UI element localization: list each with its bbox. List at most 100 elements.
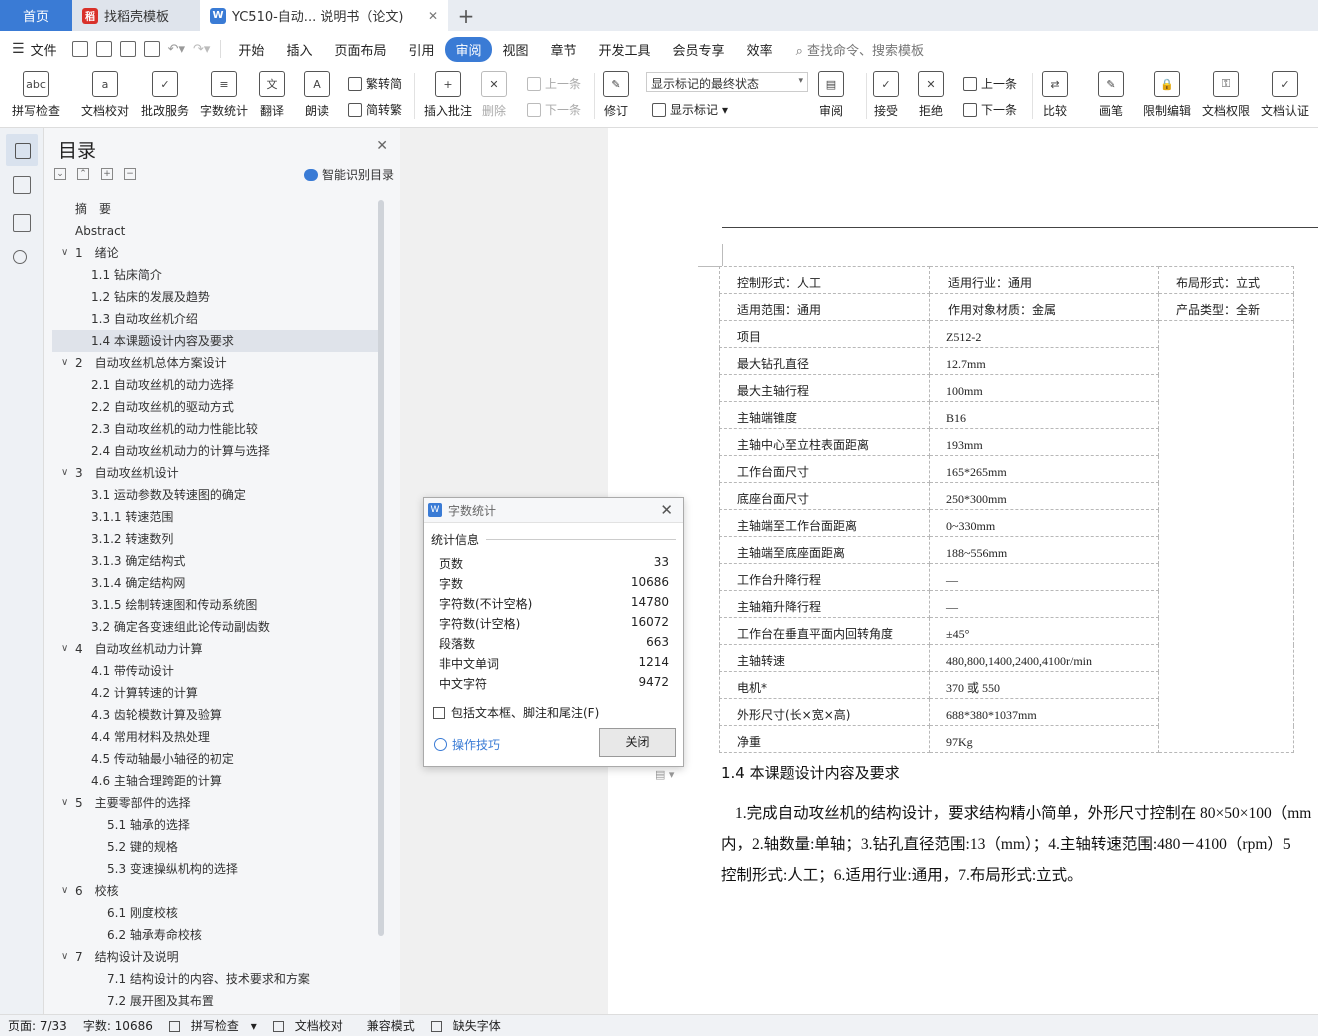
toc-item[interactable]: 3.1.5 绘制转速图和传动系统图 [52,594,378,616]
doc-proof-status[interactable]: 文档校对 [265,1017,359,1034]
chevron-down-icon[interactable]: ∨ [61,880,68,902]
toc-item[interactable]: 4.3 齿轮模数计算及验算 [52,704,378,726]
markup-state-select[interactable]: 显示标记的最终状态 ▾ [646,72,808,92]
toc-item[interactable]: ∨ 5 主要零部件的选择 [52,792,378,814]
chevron-down-icon[interactable]: ∨ [61,462,68,484]
toc-item[interactable]: 5.1 轴承的选择 [52,814,378,836]
menu-chapter[interactable]: 章节 [540,37,588,62]
review-pane-button[interactable]: ▤ 审阅 [818,71,844,119]
include-textbox-checkbox[interactable]: 包括文本框、脚注和尾注(F) [433,704,599,721]
doc-proof-button[interactable]: a 文档校对 [81,71,129,119]
collapse-up-icon[interactable]: ⌃ [77,168,89,180]
hamburger-icon[interactable]: ☰ [12,41,25,57]
toc-item[interactable]: 3.1.4 确定结构网 [52,572,378,594]
spell-check-status[interactable]: 拼写检查 ▾ [161,1017,265,1034]
delete-comment-button[interactable]: ✕ 删除 [481,71,507,119]
paste-options-icon[interactable]: ▤ ▾ [655,768,674,781]
toc-scrollbar[interactable] [378,200,384,936]
chapter-nav-icon[interactable] [13,176,31,194]
pen-button[interactable]: ✎ 画笔 [1098,71,1124,119]
command-search[interactable]: ⌕ 查找命令、搜索模板 [796,40,924,59]
close-tab-icon[interactable]: ✕ [428,9,438,23]
prev-change-button[interactable]: 上一条 [963,75,1017,92]
toc-item[interactable]: 3.1.3 确定结构式 [52,550,378,572]
accept-button[interactable]: ✓ 接受 [873,71,899,119]
menu-efficiency[interactable]: 效率 [736,37,784,62]
toc-item[interactable]: ∨ 3 自动攻丝机设计 [52,462,378,484]
menu-reference[interactable]: 引用 [397,37,445,62]
chevron-down-icon[interactable]: ∨ [61,242,68,264]
simp-to-trad-button[interactable]: 简转繁 [348,101,402,118]
read-aloud-button[interactable]: A 朗读 [304,71,330,119]
insert-comment-button[interactable]: + 插入批注 [424,71,472,119]
toc-item[interactable]: 3.1 运动参数及转速图的确定 [52,484,378,506]
toc-item[interactable]: ∨ 2 自动攻丝机总体方案设计 [52,352,378,374]
toc-item[interactable]: 1.2 钻床的发展及趋势 [52,286,378,308]
toc-item[interactable]: 4.2 计算转速的计算 [52,682,378,704]
toc-item[interactable]: 6.1 刚度校核 [52,902,378,924]
toc-item[interactable]: 7.2 展开图及其布置 [52,990,378,1012]
toc-item[interactable]: 5.2 键的规格 [52,836,378,858]
track-changes-button[interactable]: ✎ 修订 [603,71,629,119]
toc-item[interactable]: ∨ 7 结构设计及说明 [52,946,378,968]
redo-icon[interactable]: ↷▾ [193,42,210,57]
collapse-down-icon[interactable]: ⌄ [54,168,66,180]
toc-item[interactable]: 6.2 轴承寿命校核 [52,924,378,946]
compat-mode-status[interactable]: 兼容模式 [359,1017,423,1034]
doc-permission-button[interactable]: ⚿ 文档权限 [1202,71,1250,119]
toc-item[interactable]: Abstract [52,220,378,242]
tab-home[interactable]: 首页 [0,0,72,31]
collapse-all-icon[interactable]: − [124,168,136,180]
menu-member[interactable]: 会员专享 [662,37,736,62]
toc-item[interactable]: 4.1 带传动设计 [52,660,378,682]
toc-item[interactable]: 4.4 常用材料及热处理 [52,726,378,748]
chevron-down-icon[interactable]: ∨ [61,946,68,968]
toc-item[interactable]: 1.1 钻床简介 [52,264,378,286]
toc-item[interactable]: 4.6 主轴合理跨距的计算 [52,770,378,792]
menu-review[interactable]: 审阅 [445,36,492,62]
translate-button[interactable]: 文翻译 [259,71,285,119]
smart-toc-button[interactable]: 智能识别目录 [303,166,394,183]
batch-service-button[interactable]: ✓ 批改服务 [141,71,189,119]
doc-cert-button[interactable]: ✓ 文档认证 [1261,71,1309,119]
toc-item[interactable]: 5.3 变速操纵机构的选择 [52,858,378,880]
close-icon[interactable]: ✕ [660,501,673,519]
export-icon[interactable] [95,41,112,57]
bookmark-icon[interactable] [13,214,31,232]
prev-comment-button[interactable]: 上一条 [527,75,581,92]
toc-item[interactable]: 7.1 结构设计的内容、技术要求和方案 [52,968,378,990]
toc-item[interactable]: 2.1 自动攻丝机的动力选择 [52,374,378,396]
tips-link[interactable]: 操作技巧 [434,736,500,753]
missing-font-status[interactable]: 缺失字体 [423,1017,517,1034]
toc-item[interactable]: 2.2 自动攻丝机的驱动方式 [52,396,378,418]
toc-item[interactable]: 2.4 自动攻丝机动力的计算与选择 [52,440,378,462]
toc-item[interactable]: 1.3 自动攻丝机介绍 [52,308,378,330]
chevron-down-icon[interactable]: ∨ [61,352,68,374]
toc-nav-icon[interactable] [6,134,38,166]
toc-item[interactable]: 2.3 自动攻丝机的动力性能比较 [52,418,378,440]
menu-start[interactable]: 开始 [227,37,275,62]
close-button[interactable]: 关闭 [599,728,676,757]
next-change-button[interactable]: 下一条 [963,101,1017,118]
search-icon[interactable] [13,250,27,264]
toc-item[interactable]: ∨ 4 自动攻丝机动力计算 [52,638,378,660]
expand-all-icon[interactable]: + [101,168,113,180]
toc-item[interactable]: 3.1.1 转速范围 [52,506,378,528]
trad-to-simp-button[interactable]: 繁转简 [348,75,402,92]
toc-item[interactable]: 3.2 确定各变速组此论传动副齿数 [52,616,378,638]
page-indicator[interactable]: 页面: 7/33 [0,1017,75,1034]
next-comment-button[interactable]: 下一条 [527,101,581,118]
menu-devtools[interactable]: 开发工具 [588,37,662,62]
reject-button[interactable]: ✕ 拒绝 [918,71,944,119]
toc-item[interactable]: 摘 要 [52,198,378,220]
toc-item[interactable]: 4.5 传动轴最小轴径的初定 [52,748,378,770]
chevron-down-icon[interactable]: ∨ [61,792,68,814]
toc-item[interactable]: ∨ 6 校核 [52,880,378,902]
toc-item[interactable]: ∨ 1 绪论 [52,242,378,264]
tab-document[interactable]: W YC510-自动... 说明书（论文) ✕ [200,0,448,31]
word-count-indicator[interactable]: 字数: 10686 [75,1017,161,1034]
save-icon[interactable] [71,41,88,57]
spell-check-button[interactable]: abc 拼写检查 [12,71,60,119]
print-preview-icon[interactable] [143,41,160,57]
menu-view[interactable]: 视图 [492,37,540,62]
